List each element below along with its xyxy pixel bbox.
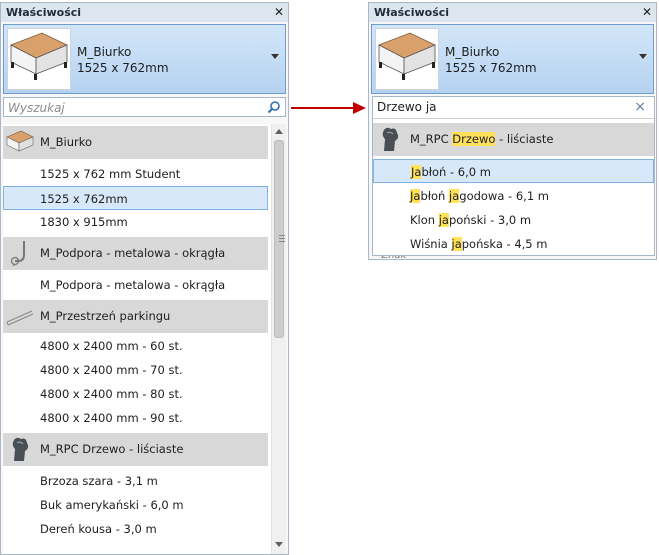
type-selector[interactable]: M_Biurko 1525 x 762mm: [371, 24, 654, 94]
scrollbar-thumb[interactable]: [274, 140, 285, 338]
list-item[interactable]: 4800 x 2400 mm - 70 st.: [3, 358, 268, 382]
desk-thumbnail-icon: [7, 28, 71, 90]
magnifier-icon[interactable]: [267, 100, 281, 117]
list-item[interactable]: Brzoza szara - 3,1 m: [3, 469, 268, 493]
tree-icon: [6, 435, 34, 463]
list-group-header[interactable]: M_Podpora - metalowa - okrągła: [3, 237, 268, 270]
match-highlight: ja: [438, 213, 449, 227]
match-highlight: ja: [451, 237, 462, 251]
support-icon: [6, 239, 34, 267]
search-dropdown: Drzewo ja × M_RPC Drzewo - liściaste Jab…: [372, 96, 655, 256]
panel-title: Właściwości: [369, 3, 656, 22]
scroll-up-icon[interactable]: [275, 129, 283, 134]
search-field[interactable]: Drzewo ja ×: [373, 97, 654, 119]
group-label: M_RPC Drzewo - liściaste: [40, 442, 184, 456]
list-group-header[interactable]: M_RPC Drzewo - liściaste: [373, 123, 654, 156]
list-item[interactable]: Dereń kousa - 3,0 m: [3, 517, 268, 541]
match-highlight: Ja: [411, 165, 422, 179]
list-item-selected[interactable]: 1525 x 762mm: [3, 186, 268, 210]
match-highlight: Ja: [410, 189, 421, 203]
dropdown-arrow-icon[interactable]: [639, 54, 647, 59]
red-arrow-icon: [291, 101, 367, 118]
desk-thumbnail-icon: [6, 128, 34, 156]
search-value: Drzewo ja: [377, 100, 437, 114]
list-item[interactable]: 1525 x 762 mm Student: [3, 162, 268, 186]
group-label: M_Podpora - metalowa - okrągła: [40, 246, 226, 260]
close-icon[interactable]: ✕: [642, 3, 652, 22]
list-item-selected[interactable]: Jabłoń - 6,0 m: [373, 159, 654, 183]
group-label: M_Biurko: [40, 135, 93, 149]
desk-thumbnail-icon: [375, 28, 439, 90]
type-size-label: 1525 x 762mm: [445, 61, 537, 75]
scrollbar[interactable]: [271, 124, 286, 554]
search-field[interactable]: Wyszukaj: [3, 97, 286, 117]
close-icon[interactable]: ✕: [274, 3, 284, 22]
type-name: M_Biurko 1525 x 762mm: [445, 44, 537, 76]
list-item[interactable]: 1830 x 915mm: [3, 210, 268, 234]
parking-icon: [6, 302, 34, 330]
search-placeholder: Wyszukaj: [8, 101, 65, 115]
scroll-down-icon[interactable]: [275, 542, 283, 547]
type-list: M_Biurko 1525 x 762 mm Student 1525 x 76…: [3, 124, 286, 554]
list-item[interactable]: 4800 x 2400 mm - 60 st.: [3, 334, 268, 358]
list-item[interactable]: 4800 x 2400 mm - 80 st.: [3, 382, 268, 406]
panel-title: Właściwości: [1, 3, 288, 22]
list-group-header[interactable]: M_Przestrzeń parkingu: [3, 300, 268, 333]
properties-panel-left: Właściwości ✕ M_Biurko 1525 x 762mm Wysz…: [0, 2, 289, 555]
list-group-header[interactable]: M_RPC Drzewo - liściaste: [3, 433, 268, 466]
list-item[interactable]: M_Podpora - metalowa - okrągła: [3, 273, 268, 297]
clear-search-icon[interactable]: ×: [634, 99, 646, 115]
type-family-label: M_Biurko: [77, 45, 132, 59]
match-highlight: ja: [449, 189, 460, 203]
tree-icon: [376, 125, 404, 153]
list-item[interactable]: Jabłoń jagodowa - 6,1 m: [373, 184, 654, 208]
dropdown-arrow-icon[interactable]: [271, 54, 279, 59]
list-item[interactable]: 4800 x 2400 mm - 90 st.: [3, 406, 268, 430]
list-item[interactable]: Klon japoński - 3,0 m: [373, 208, 654, 232]
group-label: M_Przestrzeń parkingu: [40, 309, 171, 323]
list-item[interactable]: Wiśnia japońska - 4,5 m: [373, 232, 654, 256]
type-family-label: M_Biurko: [445, 45, 500, 59]
type-selector[interactable]: M_Biurko 1525 x 762mm: [3, 24, 286, 94]
match-highlight: Drzewo: [452, 132, 496, 146]
list-group-header[interactable]: M_Biurko: [3, 126, 268, 159]
type-size-label: 1525 x 762mm: [77, 61, 169, 75]
list-item[interactable]: Buk amerykański - 6,0 m: [3, 493, 268, 517]
type-name: M_Biurko 1525 x 762mm: [77, 44, 169, 76]
